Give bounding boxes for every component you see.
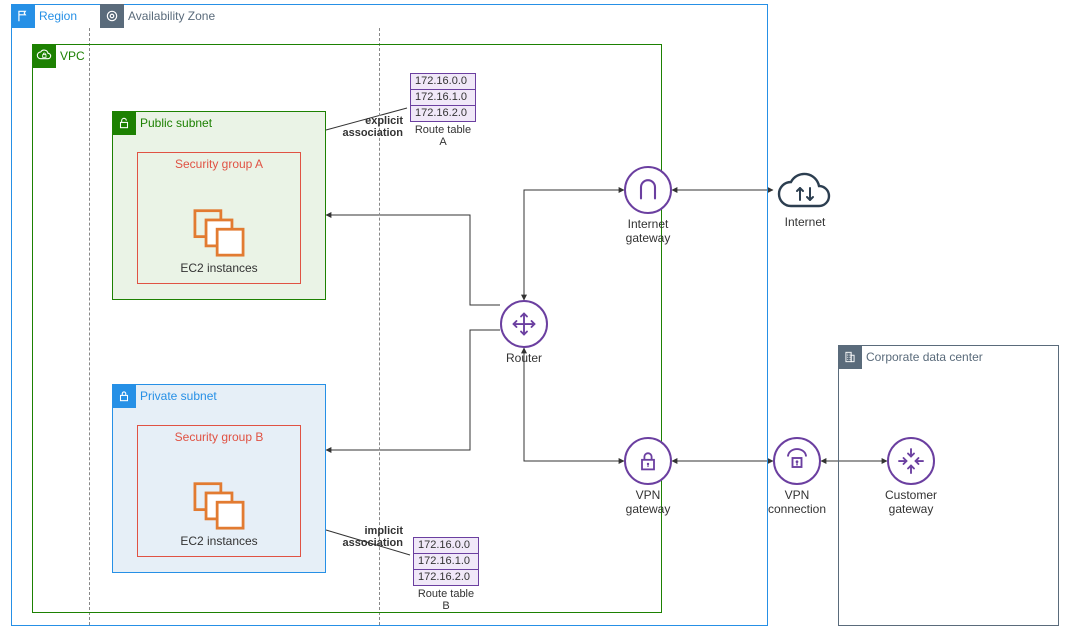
private-subnet-container: Private subnet Security group B EC2 inst… [112, 384, 326, 573]
security-group-b-title: Security group B [138, 426, 300, 444]
security-group-b: Security group B EC2 instances [137, 425, 301, 557]
region-label: Region [35, 4, 85, 28]
ec2-instances-label-a: EC2 instances [180, 261, 257, 275]
diagram-canvas: Region Availability Zone VPC Public subn… [0, 0, 1070, 631]
internet-gateway-node [624, 166, 672, 214]
corporate-data-center-container: Corporate data center [838, 345, 1059, 626]
router-arrows-icon [509, 309, 539, 339]
lock-icon [636, 449, 660, 473]
route-table-b-row: 172.16.1.0 [413, 553, 479, 570]
public-subnet-label: Public subnet [136, 111, 220, 135]
explicit-association-label: explicit association [333, 115, 403, 139]
gateway-arch-icon [634, 176, 662, 204]
zone-marker-icon [100, 4, 124, 28]
ec2-instances-label-b: EC2 instances [180, 534, 257, 548]
route-table-b: 172.16.0.0 172.16.1.0 172.16.2.0 Route t… [413, 537, 479, 612]
implicit-association-label: implicit association [333, 525, 403, 549]
internet-label: Internet [755, 215, 855, 229]
internet-gateway-label: Internet gateway [598, 217, 698, 246]
corporate-data-center-tab: Corporate data center [838, 345, 991, 369]
route-table-a-row: 172.16.0.0 [410, 73, 476, 90]
vpn-gateway-node [624, 437, 672, 485]
vpc-tab: VPC [32, 44, 93, 68]
vpc-label: VPC [56, 44, 93, 68]
region-tab: Region [11, 4, 85, 28]
public-subnet-container: Public subnet Security group A EC2 insta… [112, 111, 326, 300]
router-label: Router [474, 351, 574, 365]
lock-open-icon [112, 111, 136, 135]
route-table-b-label: Route table B [413, 588, 479, 612]
ec2-instances-icon [191, 480, 247, 530]
route-table-b-row: 172.16.0.0 [413, 537, 479, 554]
lock-closed-icon [112, 384, 136, 408]
availability-zone-label: Availability Zone [124, 4, 223, 28]
vpn-connection-node [773, 437, 821, 485]
corporate-data-center-label: Corporate data center [862, 345, 991, 369]
route-table-a-row: 172.16.2.0 [410, 105, 476, 122]
building-icon [838, 345, 862, 369]
private-subnet-label: Private subnet [136, 384, 225, 408]
security-group-a: Security group A EC2 instances [137, 152, 301, 284]
private-subnet-tab: Private subnet [112, 384, 225, 408]
route-table-a-label: Route table A [410, 124, 476, 148]
cloud-icon [773, 168, 837, 214]
flag-icon [11, 4, 35, 28]
security-group-a-title: Security group A [138, 153, 300, 171]
vpn-connection-label: VPN connection [747, 488, 847, 517]
ec2-instances-icon [191, 207, 247, 257]
vpn-gateway-label: VPN gateway [598, 488, 698, 517]
route-table-b-row: 172.16.2.0 [413, 569, 479, 586]
route-table-a: 172.16.0.0 172.16.1.0 172.16.2.0 Route t… [410, 73, 476, 148]
route-table-a-row: 172.16.1.0 [410, 89, 476, 106]
availability-zone-tab: Availability Zone [100, 4, 223, 28]
public-subnet-tab: Public subnet [112, 111, 220, 135]
internet-node [773, 168, 837, 214]
router-node [500, 300, 548, 348]
vpn-key-icon [782, 446, 812, 476]
cloud-lock-icon [32, 44, 56, 68]
